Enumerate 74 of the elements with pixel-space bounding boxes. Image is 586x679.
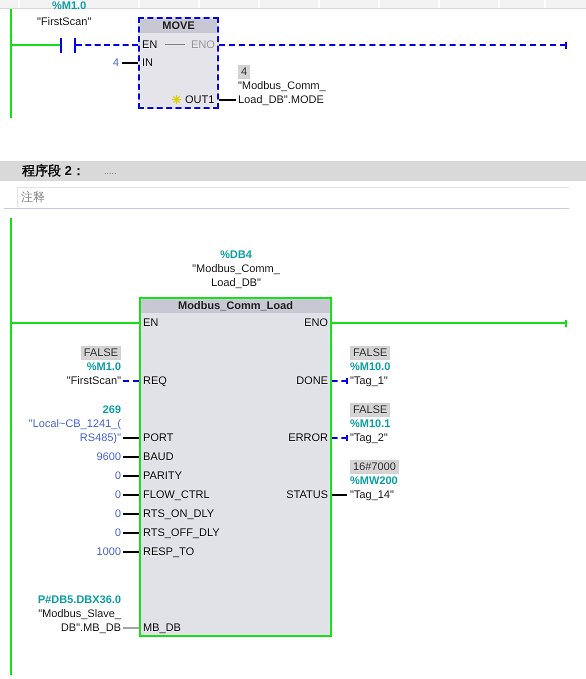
operand-value: 4 [112,56,119,70]
pin-label: IN [142,56,153,70]
monitor-value: 4 [238,65,250,79]
wire [123,475,139,477]
block-title: MOVE [140,19,217,33]
wire [122,62,138,64]
pin-label: ENO [191,38,215,52]
pin-label: RESP_TO [143,545,194,559]
pin-label: PORT [143,431,174,445]
monitor-value: 16#7000 [350,460,399,474]
operand-value: 0 [114,469,121,483]
operand-tag: "FirstScan" [66,374,121,388]
pin-label: DONE [296,374,328,388]
pin-label: EN [143,316,158,330]
operand-value: RS485)" [80,431,121,445]
wire-end-tick [346,378,348,384]
operand-tag: "Modbus_Comm_ [238,79,326,93]
wire [123,627,139,629]
pin-label: ENO [304,316,328,330]
contact-address: %M1.0 [52,0,86,12]
pin-label: RTS_ON_DLY [143,507,214,521]
pin-label: FLOW_CTRL [143,488,210,502]
instance-db-address: %DB4 [220,248,252,262]
wire [123,456,139,458]
operand-value: 0 [114,507,121,521]
network-title[interactable]: 程序段 2： [22,163,85,179]
wire-end-tick [346,435,348,441]
operand-value: "Local~CB_1241_( [28,417,121,431]
function-block[interactable] [139,297,332,637]
pin-label: REQ [143,374,167,388]
operand-address: 269 [102,403,121,417]
comment-field[interactable]: 注释 [17,187,569,207]
operand-tag: "Tag_14" [350,488,394,502]
wire [123,437,139,439]
operand-tag: DB".MB_DB [60,621,121,635]
contact-tag: "FirstScan" [37,15,92,29]
operand-value: 9600 [96,450,121,464]
operand-value: 0 [114,526,121,540]
pin-label: BAUD [143,450,174,464]
wire [123,532,139,534]
operand-address: P#DB5.DBX36.0 [38,593,121,607]
wire-end-tick [565,320,567,326]
operand-tag: "Tag_1" [350,374,388,388]
instance-db-name: "Modbus_Comm_ [192,262,280,276]
pin-label: OUT1 [185,93,214,107]
wire [123,513,139,515]
pin-label: EN [142,38,158,52]
wire-end-tick [565,42,567,48]
monitor-value: FALSE [80,346,121,360]
pin-label: ERROR [288,431,328,445]
operand-value: 1000 [96,545,121,559]
operand-address: %M10.0 [350,360,390,374]
operand-address: %M1.0 [86,360,121,374]
operand-address: %M10.1 [350,417,390,431]
asterisk-icon [172,95,181,104]
pin-label: PARITY [143,469,182,483]
wire [123,380,139,382]
pin-label: RTS_OFF_DLY [143,526,220,540]
wire [332,494,347,496]
operand-tag: "Tag_2" [350,431,388,445]
operand-address: %MW200 [350,474,398,488]
monitor-value: FALSE [350,346,390,360]
network-title-placeholder[interactable]: ..... [104,165,117,177]
operand-value: 0 [114,488,121,502]
pin-label: MB_DB [143,621,181,635]
pin-label: STATUS [286,488,328,502]
wire [123,494,139,496]
operand-tag: "Modbus_Slave_ [38,607,121,621]
operand-tag: Load_DB".MODE [238,93,324,107]
block-title: Modbus_Comm_Load [141,299,330,313]
instance-db-name: Load_DB" [211,276,261,290]
wire [219,99,236,101]
monitor-value: FALSE [350,403,390,417]
wire [123,551,139,553]
